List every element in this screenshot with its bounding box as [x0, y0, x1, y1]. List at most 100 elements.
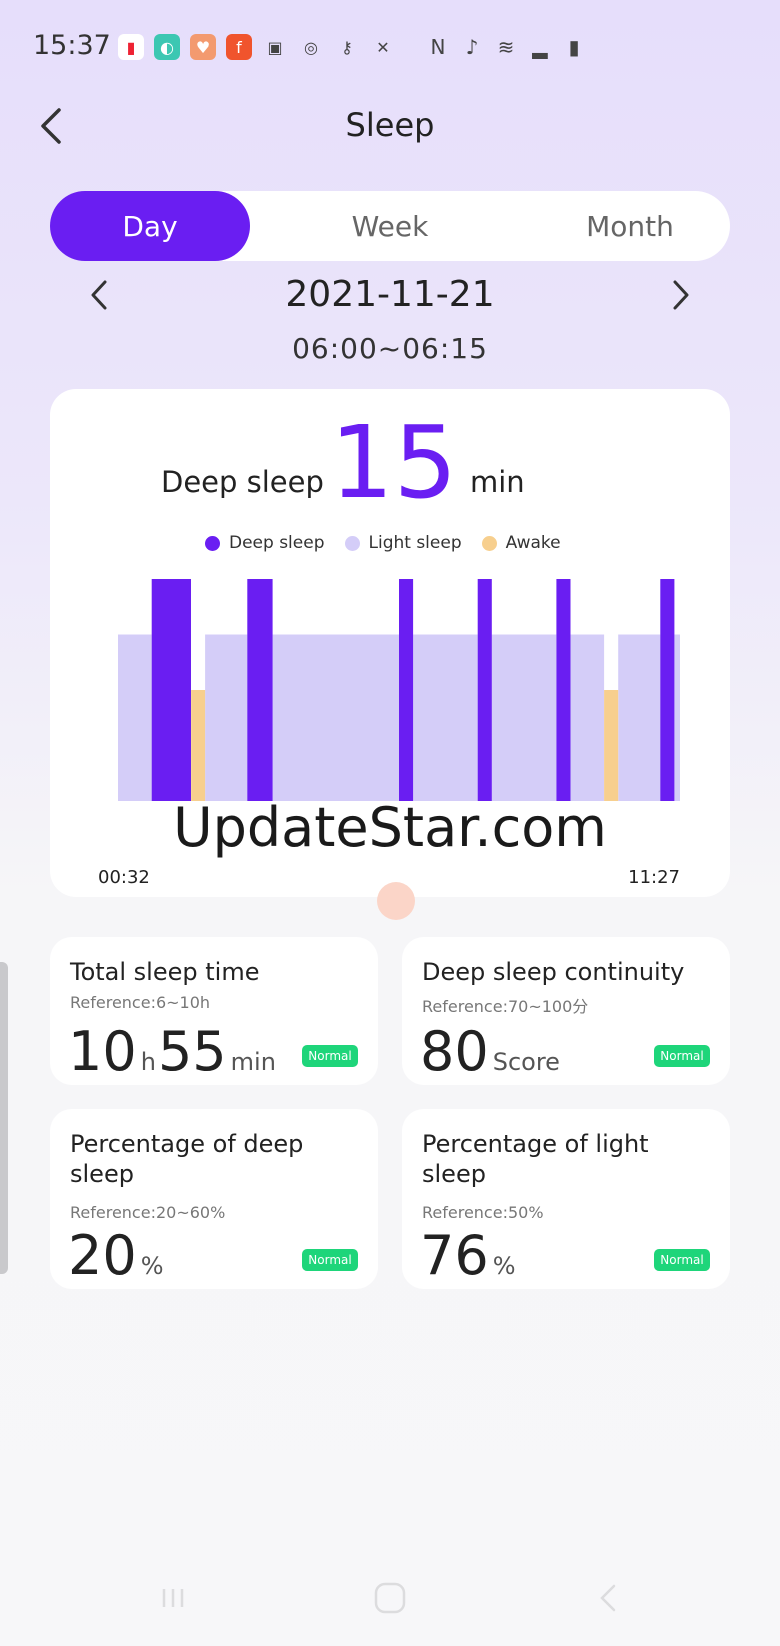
stat-title: Percentage of deep sleep: [70, 1130, 304, 1188]
battery-icon: ▮: [568, 35, 580, 59]
stat-value: 10 h 55 min: [68, 1025, 278, 1079]
stat-reference: Reference:50%: [422, 1203, 544, 1222]
tab-week[interactable]: Week: [250, 191, 530, 261]
stat-percent-unit: %: [140, 1252, 164, 1280]
time-range: 06:00~06:15: [292, 332, 488, 365]
status-time: 15:37: [33, 30, 111, 61]
health-app-icon: ◐: [154, 34, 180, 60]
tab-day[interactable]: Day: [50, 191, 250, 261]
stat-card-deep-continuity: Deep sleep continuity Reference:70~100分 …: [402, 937, 730, 1085]
watermark-text: UpdateStar.com: [173, 796, 607, 859]
stat-reference: Reference:6~10h: [70, 993, 211, 1012]
stat-reference: Reference:20~60%: [70, 1203, 226, 1222]
recent-apps-icon: [162, 1589, 184, 1607]
next-date-button[interactable]: [658, 272, 704, 318]
stage-bar-deep: [556, 579, 571, 801]
stat-value: 20 %: [68, 1229, 166, 1283]
stat-percent-unit: %: [492, 1252, 516, 1280]
legend-dot-awake: [481, 535, 497, 551]
stat-minutes: 55: [157, 1020, 227, 1083]
system-icons: Ν ♪ ≋ ▂ ▮: [426, 34, 586, 60]
gallery-icon: ▣: [267, 37, 283, 57]
stat-title: Total sleep time: [70, 958, 260, 986]
stage-bar-awake: [191, 690, 206, 801]
stage-bar-light: [413, 634, 478, 801]
stage-bar-light: [205, 634, 248, 801]
legend-dot-light: [344, 535, 360, 551]
legend-label-deep: Deep sleep: [229, 533, 325, 553]
stat-percent: 20: [68, 1224, 137, 1287]
stat-reference: Reference:70~100分: [422, 997, 589, 1016]
stage-bar-light: [118, 634, 152, 801]
key-icon: ⚷: [341, 37, 353, 57]
stage-bar-light: [570, 634, 605, 801]
stage-bar-deep: [247, 579, 273, 801]
chart-scrub-handle[interactable]: [377, 882, 415, 920]
stage-bar-deep: [399, 579, 414, 801]
home-icon: [374, 1582, 406, 1614]
recent-apps-button[interactable]: [143, 1578, 203, 1618]
legend-light-sleep: Light sleep: [344, 533, 462, 553]
period-tabs: Day Week Month: [50, 191, 730, 261]
legend-dot-deep: [205, 535, 220, 551]
stat-title: Percentage of light sleep: [422, 1130, 649, 1188]
mute-icon: ♪: [465, 35, 479, 59]
stat-card-light-percentage: Percentage of light sleep Reference:50% …: [402, 1109, 730, 1289]
notification-icons: ▮ ◐ ♥ f ▣ ◎ ⚷ ✕: [118, 34, 396, 60]
legend-awake: Awake: [481, 533, 561, 553]
stage-bar-deep: [477, 579, 492, 801]
x-axis-start-label: 00:32: [98, 867, 150, 888]
status-badge: Normal: [302, 1249, 358, 1271]
nfc-icon: Ν: [430, 35, 446, 59]
x-axis-end-label: 11:27: [628, 867, 680, 888]
deep-sleep-label: Deep sleep: [161, 465, 324, 499]
wallet-icon: ▮: [118, 34, 144, 60]
stat-percent: 76: [420, 1224, 489, 1287]
chevron-right-icon: [673, 280, 689, 310]
legend-label-light: Light sleep: [368, 533, 462, 553]
stage-bar-light: [491, 634, 557, 801]
stat-hours: 10: [68, 1020, 137, 1083]
chat-icon: ◎: [304, 37, 318, 57]
wifi-icon: ≋: [497, 35, 515, 59]
stat-card-total-sleep: Total sleep time Reference:6~10h 10 h 55…: [50, 937, 378, 1085]
app-header: Sleep: [0, 96, 780, 156]
stat-title: Deep sleep continuity: [422, 958, 685, 986]
page-title: Sleep: [345, 106, 435, 144]
stage-bar-deep: [151, 579, 191, 801]
stage-bar-awake: [604, 690, 619, 801]
status-badge: Normal: [654, 1045, 710, 1067]
stat-minutes-unit: min: [230, 1048, 276, 1076]
close-box-icon: ✕: [376, 37, 390, 57]
tab-month[interactable]: Month: [530, 191, 730, 261]
stat-value: 80 Score: [420, 1025, 562, 1079]
stat-value: 76 %: [420, 1229, 518, 1283]
status-badge: Normal: [654, 1249, 710, 1271]
stat-score-unit: Score: [492, 1048, 560, 1076]
deep-sleep-unit: min: [470, 465, 525, 499]
legend-deep-sleep: Deep sleep: [205, 533, 325, 553]
back-arrow-icon: [600, 1584, 616, 1612]
stage-bar-deep: [660, 579, 675, 801]
edge-panel-handle[interactable]: [0, 962, 8, 1274]
signal-icon: ▂: [532, 35, 548, 59]
flash-app-icon: f: [226, 34, 252, 60]
date-navigator: 2021-11-21: [0, 270, 780, 320]
stage-bar-light: [674, 634, 680, 801]
chart-legend: Deep sleep Light sleep Awake: [205, 533, 561, 553]
stage-bar-light: [272, 634, 399, 801]
home-button[interactable]: [360, 1578, 420, 1618]
legend-label-awake: Awake: [505, 533, 561, 553]
stat-card-deep-percentage: Percentage of deep sleep Reference:20~60…: [50, 1109, 378, 1289]
heart-rate-icon: ♥: [190, 34, 216, 60]
deep-sleep-value: 15: [330, 404, 458, 521]
system-nav-bar: [0, 1550, 780, 1646]
status-badge: Normal: [302, 1045, 358, 1067]
deep-sleep-summary: Deep sleep 15 min: [50, 413, 730, 513]
back-nav-button[interactable]: [578, 1578, 638, 1618]
stage-bar-light: [618, 634, 661, 801]
sleep-stage-chart: [118, 579, 680, 801]
stat-hours-unit: h: [140, 1048, 156, 1076]
status-bar: 15:37 ▮ ◐ ♥ f ▣ ◎ ⚷ ✕ Ν ♪ ≋ ▂ ▮: [0, 0, 780, 96]
stat-score: 80: [420, 1020, 489, 1083]
